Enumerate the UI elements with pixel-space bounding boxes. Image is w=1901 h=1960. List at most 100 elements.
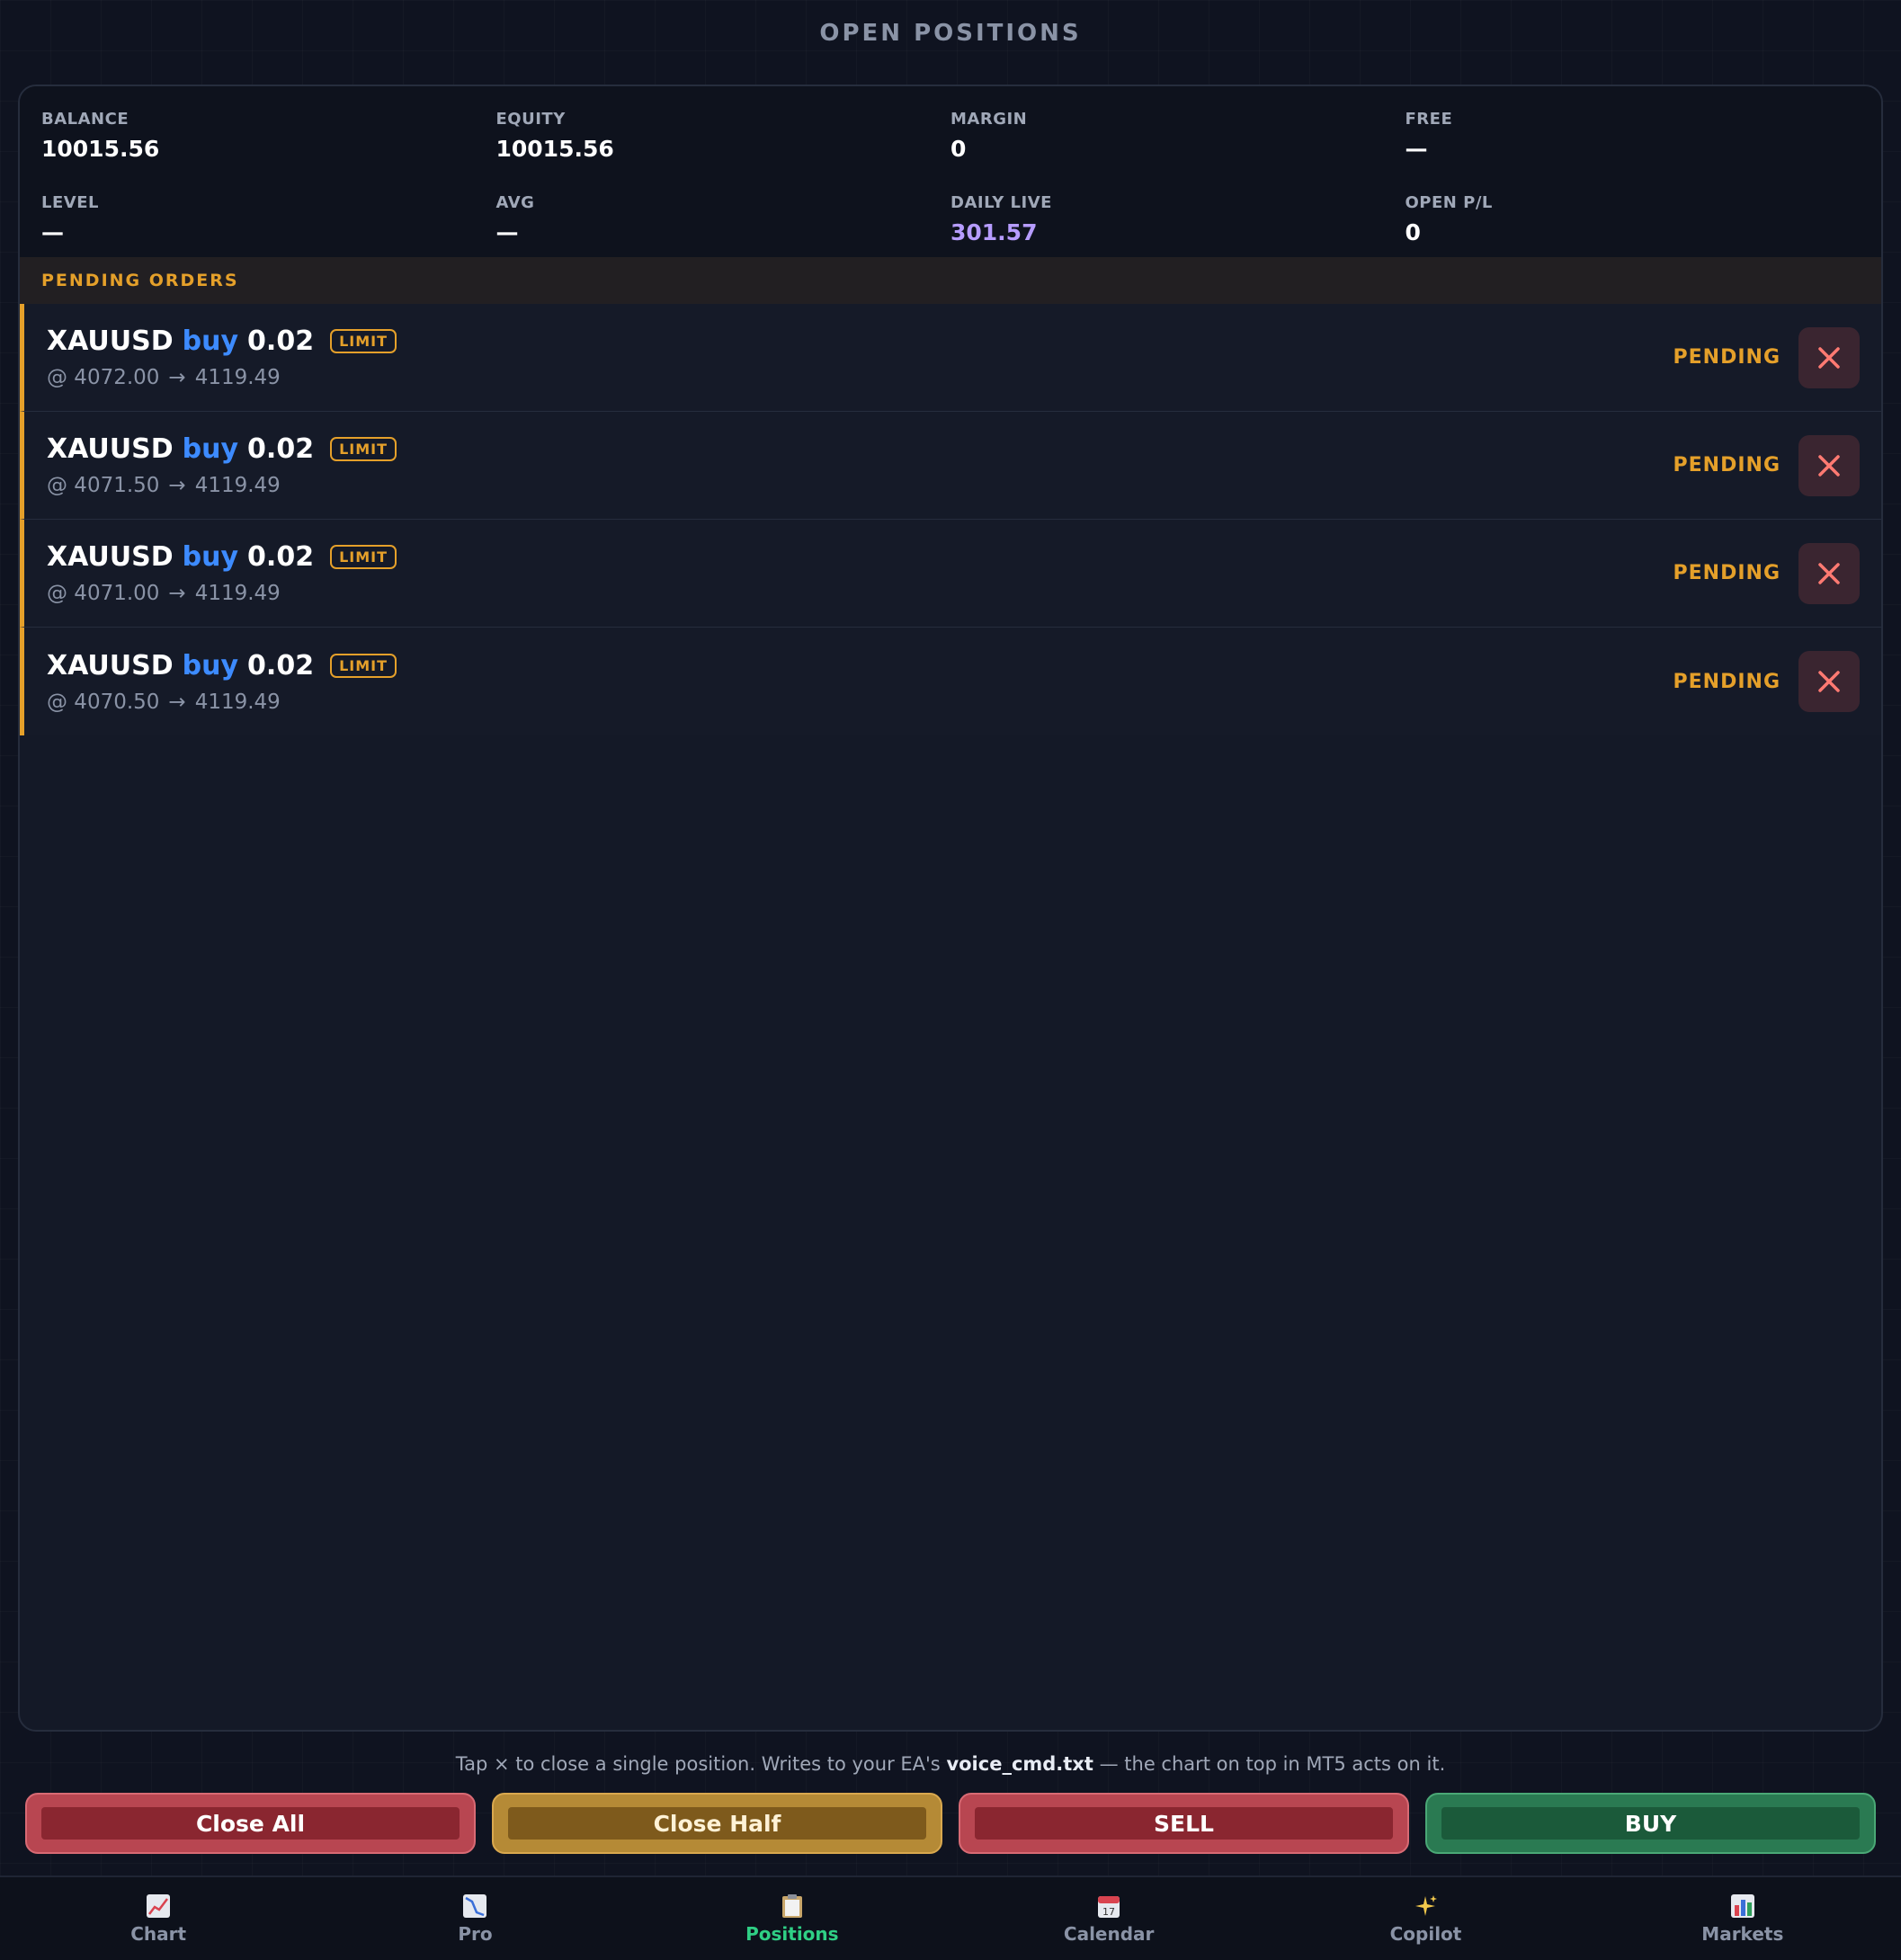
- stat-value: —: [1405, 136, 1428, 162]
- order-info: XAUUSD buy 0.02 LIMIT @ 4070.50 → 4119.4…: [47, 650, 397, 714]
- stat-margin: MARGIN 0: [950, 110, 1406, 174]
- stat-value: 10015.56: [495, 136, 614, 162]
- stat-value: —: [495, 219, 519, 245]
- positions-panel: BALANCE 10015.56 EQUITY 10015.56 MARGIN …: [18, 85, 1883, 1732]
- order-target-price: 4119.49: [194, 474, 281, 497]
- order-info: XAUUSD buy 0.02 LIMIT @ 4072.00 → 4119.4…: [47, 325, 397, 389]
- order-lots: 0.02: [247, 325, 315, 357]
- close-icon: [1818, 346, 1840, 369]
- status-badge: PENDING: [1673, 346, 1781, 369]
- tab-pro[interactable]: Pro: [317, 1877, 633, 1960]
- stat-label: AVG: [495, 193, 535, 212]
- status-badge: PENDING: [1673, 454, 1781, 477]
- close-icon: [1818, 562, 1840, 584]
- stat-free: FREE —: [1406, 110, 1861, 174]
- tab-label: Markets: [1701, 1923, 1784, 1945]
- stat-label: MARGIN: [950, 110, 1028, 129]
- arrow-icon: →: [168, 474, 186, 497]
- tab-chart[interactable]: Chart: [0, 1877, 317, 1960]
- order-type-badge: LIMIT: [330, 329, 397, 353]
- list-item: XAUUSD buy 0.02 LIMIT @ 4071.50 → 4119.4…: [20, 412, 1881, 520]
- stat-level: LEVEL —: [41, 193, 496, 257]
- order-side: buy: [182, 325, 239, 357]
- stat-value: 10015.56: [41, 136, 160, 162]
- status-badge: PENDING: [1673, 562, 1781, 584]
- order-type-badge: LIMIT: [330, 437, 397, 461]
- order-lots: 0.02: [247, 649, 315, 682]
- order-target-price: 4119.49: [194, 690, 281, 714]
- sell-button[interactable]: SELL: [959, 1793, 1409, 1854]
- tab-label: Positions: [745, 1923, 839, 1945]
- pending-orders-header: PENDING ORDERS: [20, 257, 1881, 304]
- stat-value: —: [41, 219, 64, 245]
- order-side: buy: [182, 433, 239, 465]
- bottom-tab-bar: Chart Pro Positions 17 Calendar Copilot: [0, 1875, 1901, 1960]
- order-entry-price: @ 4070.50: [47, 690, 160, 714]
- stat-value: 301.57: [950, 219, 1038, 245]
- stat-label: EQUITY: [495, 110, 566, 129]
- svg-text:17: 17: [1102, 1906, 1115, 1918]
- order-entry-price: @ 4071.00: [47, 582, 160, 605]
- close-half-button[interactable]: Close Half: [492, 1793, 942, 1854]
- stat-label: FREE: [1405, 110, 1453, 129]
- stat-value: 0: [1405, 219, 1421, 245]
- status-badge: PENDING: [1673, 670, 1781, 693]
- buy-label: BUY: [1624, 1810, 1677, 1837]
- tab-label: Pro: [458, 1923, 493, 1945]
- tab-label: Calendar: [1063, 1923, 1155, 1945]
- order-side: buy: [182, 649, 239, 682]
- order-entry-price: @ 4071.50: [47, 474, 160, 497]
- close-all-label: Close All: [195, 1810, 306, 1837]
- help-footnote: Tap × to close a single position. Writes…: [0, 1753, 1901, 1775]
- tab-label: Chart: [130, 1923, 187, 1945]
- order-target-price: 4119.49: [194, 366, 281, 389]
- arrow-icon: →: [168, 582, 186, 605]
- cancel-order-button[interactable]: [1798, 542, 1860, 604]
- stat-label: BALANCE: [41, 110, 129, 129]
- order-symbol: XAUUSD: [47, 649, 174, 682]
- stat-value: 0: [950, 136, 967, 162]
- stat-open-pl: OPEN P/L 0: [1406, 193, 1861, 257]
- order-type-badge: LIMIT: [330, 545, 397, 569]
- bar-chart-icon: [1730, 1894, 1754, 1918]
- list-item: XAUUSD buy 0.02 LIMIT @ 4072.00 → 4119.4…: [20, 304, 1881, 412]
- cancel-order-button[interactable]: [1798, 326, 1860, 388]
- close-half-label: Close Half: [653, 1810, 781, 1837]
- order-lots: 0.02: [247, 541, 315, 573]
- list-item: XAUUSD buy 0.02 LIMIT @ 4070.50 → 4119.4…: [20, 628, 1881, 735]
- pending-orders-list: XAUUSD buy 0.02 LIMIT @ 4072.00 → 4119.4…: [20, 304, 1881, 735]
- close-icon: [1818, 671, 1840, 692]
- page-title: OPEN POSITIONS: [819, 20, 1082, 47]
- order-symbol: XAUUSD: [47, 541, 174, 573]
- chart-icon: [147, 1894, 171, 1918]
- tab-calendar[interactable]: 17 Calendar: [950, 1877, 1267, 1960]
- tab-label: Copilot: [1389, 1923, 1462, 1945]
- stat-label: OPEN P/L: [1405, 193, 1493, 212]
- cancel-order-button[interactable]: [1798, 651, 1860, 712]
- clipboard-icon: [781, 1894, 802, 1918]
- calendar-icon: 17: [1098, 1896, 1120, 1918]
- order-target-price: 4119.49: [194, 582, 281, 605]
- sparkles-icon: [1415, 1895, 1438, 1916]
- pro-chart-icon: [463, 1894, 487, 1918]
- buy-button[interactable]: BUY: [1425, 1793, 1876, 1854]
- tab-positions[interactable]: Positions: [634, 1877, 950, 1960]
- footnote-file: voice_cmd.txt: [946, 1753, 1093, 1775]
- order-side: buy: [182, 541, 239, 573]
- order-type-badge: LIMIT: [330, 653, 397, 678]
- tab-markets[interactable]: Markets: [1584, 1877, 1901, 1960]
- tab-copilot[interactable]: Copilot: [1267, 1877, 1584, 1960]
- cancel-order-button[interactable]: [1798, 434, 1860, 496]
- stat-balance: BALANCE 10015.56: [41, 110, 496, 174]
- list-item: XAUUSD buy 0.02 LIMIT @ 4071.00 → 4119.4…: [20, 520, 1881, 628]
- arrow-icon: →: [168, 690, 186, 714]
- close-all-button[interactable]: Close All: [25, 1793, 476, 1854]
- order-entry-price: @ 4072.00: [47, 366, 160, 389]
- stat-label: LEVEL: [41, 193, 99, 212]
- close-icon: [1818, 454, 1840, 477]
- stat-equity: EQUITY 10015.56: [496, 110, 951, 174]
- order-lots: 0.02: [247, 433, 315, 465]
- footnote-suffix: — the chart on top in MT5 acts on it.: [1099, 1753, 1446, 1775]
- stat-daily-live: DAILY LIVE 301.57: [950, 193, 1406, 257]
- order-symbol: XAUUSD: [47, 325, 174, 357]
